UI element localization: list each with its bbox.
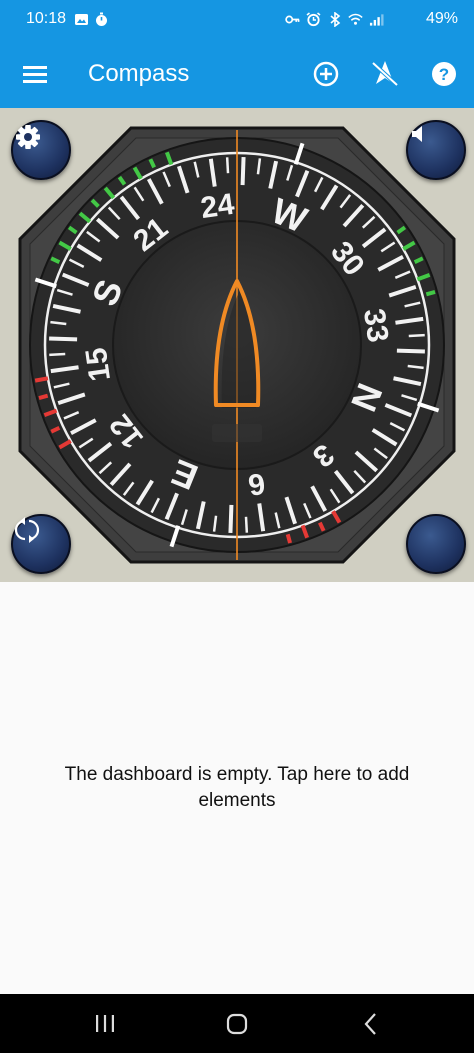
heading-label: 24 [199,188,237,225]
battery-level: 49% [425,10,458,27]
compass-tick [408,333,425,338]
heading-label: 15 [80,346,117,384]
stopwatch-icon [94,12,109,27]
sound-button[interactable] [406,120,466,180]
compass-zone-tick [425,290,436,297]
speaker-icon [412,126,422,142]
help-icon[interactable]: ? [430,60,458,88]
status-bar: 10:18 49% [0,0,474,40]
image-icon [74,12,89,27]
back-icon[interactable] [356,1010,386,1038]
wifi-icon [348,12,363,27]
add-icon[interactable] [312,60,340,88]
compass-zone-tick [34,376,49,383]
compass-tick [228,504,234,533]
compass-tick [396,348,425,354]
app-bar: Compass ? [0,40,474,108]
heading-label: 33 [357,307,394,345]
corner-button[interactable] [406,514,466,574]
status-time: 10:18 [26,10,67,27]
status-right-icons [285,12,384,27]
compass-zone-tick [38,393,49,400]
system-nav-bar [0,994,474,1053]
recents-icon[interactable] [90,1010,120,1038]
compass-tick [240,157,246,186]
bluetooth-icon [327,12,342,27]
menu-icon[interactable] [20,60,50,90]
signal-icon [369,12,384,27]
home-icon[interactable] [222,1010,252,1038]
alarm-icon [306,12,321,27]
app-title: Compass [88,60,190,87]
compass-panel: 24 W 30 33 N 3 6 E 12 15 S 21 [0,108,474,582]
rotate-button[interactable] [11,514,71,574]
compass-tick [244,516,249,533]
settings-button[interactable] [11,120,71,180]
compass-zone-tick [285,533,292,544]
svg-text:?: ? [439,65,449,84]
compass-tick [225,157,230,174]
navigation-off-icon[interactable] [370,58,400,88]
settings-icon [16,125,40,149]
compass-dial[interactable]: 24 W3033N36E1215S21 [0,108,474,582]
rotate-icon [14,517,40,543]
dashboard-empty-message[interactable]: The dashboard is empty. Tap here to add … [30,762,444,814]
compass-tick [49,352,66,357]
status-left-icons [74,12,109,27]
key-icon [285,12,300,27]
dashboard-area[interactable]: The dashboard is empty. Tap here to add … [0,582,474,994]
compass-tick [49,336,78,342]
